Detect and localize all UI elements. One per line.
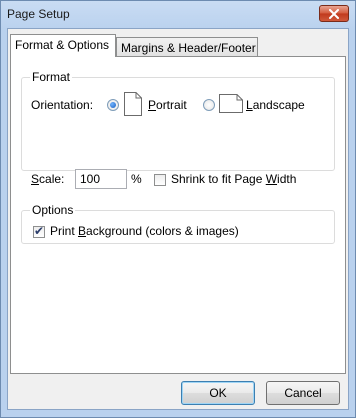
portrait-page-icon bbox=[124, 92, 142, 116]
format-options-panel: Format Orientation: Portrait Landscape S… bbox=[10, 56, 346, 374]
title-bar[interactable]: Page Setup bbox=[1, 1, 355, 27]
shrink-to-fit-label[interactable]: Shrink to fit Page Width bbox=[171, 172, 296, 186]
cancel-button[interactable]: Cancel bbox=[266, 381, 340, 405]
portrait-radio[interactable] bbox=[107, 99, 119, 111]
portrait-label[interactable]: Portrait bbox=[148, 98, 187, 112]
orientation-label: Orientation: bbox=[31, 98, 94, 112]
close-icon bbox=[329, 8, 339, 19]
landscape-radio[interactable] bbox=[203, 99, 215, 111]
scale-input[interactable] bbox=[75, 169, 127, 189]
shrink-to-fit-checkbox[interactable] bbox=[154, 174, 166, 186]
print-background-label[interactable]: Print Background (colors & images) bbox=[50, 224, 239, 238]
tab-margins-header-footer[interactable]: Margins & Header/Footer bbox=[116, 37, 258, 57]
format-group: Format bbox=[21, 70, 335, 171]
scale-unit: % bbox=[131, 172, 142, 186]
window-title: Page Setup bbox=[7, 7, 70, 21]
tab-format-options[interactable]: Format & Options bbox=[10, 34, 116, 57]
page-setup-window: Page Setup Format & Options Margins & He… bbox=[0, 0, 356, 418]
checkmark-icon: ✔ bbox=[34, 224, 45, 238]
dialog-client-area: Format & Options Margins & Header/Footer… bbox=[7, 28, 349, 410]
landscape-label[interactable]: Landscape bbox=[246, 98, 305, 112]
ok-button[interactable]: OK bbox=[181, 381, 255, 405]
landscape-page-icon bbox=[219, 94, 243, 113]
scale-label: Scale: bbox=[31, 172, 65, 186]
close-button[interactable] bbox=[319, 5, 349, 22]
format-group-label: Format bbox=[30, 70, 73, 84]
options-group-label: Options bbox=[30, 203, 76, 217]
print-background-checkbox[interactable]: ✔ bbox=[33, 224, 45, 238]
